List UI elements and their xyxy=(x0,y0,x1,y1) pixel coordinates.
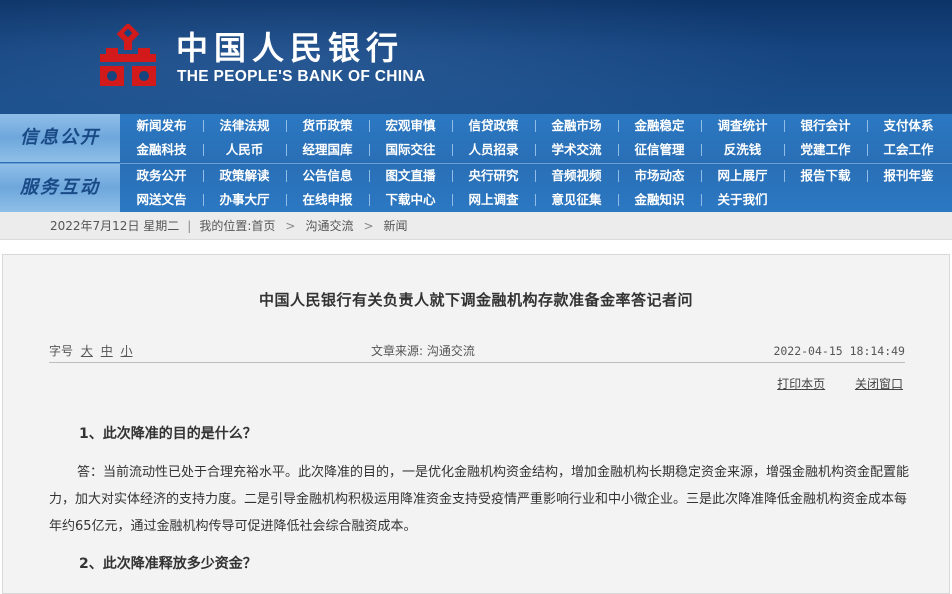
nav-item[interactable]: 货币政策 xyxy=(286,114,369,138)
bank-name-en: THE PEOPLE'S BANK OF CHINA xyxy=(177,68,426,85)
nav-item[interactable]: 政策解读 xyxy=(203,164,286,188)
bank-name-cn: 中国人民银行 xyxy=(176,29,405,67)
question-2: 2、此次降准释放多少资金？ xyxy=(79,556,257,572)
font-size-medium-link[interactable]: 中 xyxy=(101,344,113,358)
nav-item[interactable]: 支付体系 xyxy=(867,114,950,138)
font-size-label: 字号 xyxy=(49,344,74,358)
breadcrumb-news-link[interactable]: 新闻 xyxy=(384,219,408,233)
nav-item[interactable]: 网送文告 xyxy=(120,188,203,212)
nav-item[interactable]: 在线申报 xyxy=(286,188,369,212)
nav-item[interactable]: 报告下载 xyxy=(784,164,867,188)
font-size-control: 字号 大 中 小 xyxy=(49,341,133,361)
article-meta: 字号 大 中 小 文章来源: 沟通交流 2022-04-15 18:14:49 xyxy=(49,341,905,363)
article-datetime: 2022-04-15 18:14:49 xyxy=(773,344,905,358)
breadcrumb-home-link[interactable]: 首页 xyxy=(251,219,275,233)
nav-item[interactable]: 音频视频 xyxy=(535,164,618,188)
nav-item[interactable]: 金融市场 xyxy=(535,114,618,138)
nav-item[interactable]: 网上调查 xyxy=(452,188,535,212)
nav-item[interactable]: 反洗钱 xyxy=(701,138,784,162)
nav-item[interactable]: 学术交流 xyxy=(535,138,618,162)
font-size-large-link[interactable]: 大 xyxy=(81,344,93,358)
article-panel: 中国人民银行有关负责人就下调金融机构存款准备金率答记者问 字号 大 中 小 文章… xyxy=(2,254,950,594)
nav-item[interactable]: 公告信息 xyxy=(286,164,369,188)
nav-item[interactable]: 意见征集 xyxy=(535,188,618,212)
article-source: 文章来源: 沟通交流 xyxy=(371,344,475,358)
breadcrumb-divider: | xyxy=(187,219,192,233)
nav-item[interactable]: 国际交往 xyxy=(369,138,452,162)
breadcrumb-communication-link[interactable]: 沟通交流 xyxy=(305,219,353,233)
nav-title-service[interactable]: 服务互动 xyxy=(0,164,120,212)
article-tools: 打印本页 关闭窗口 xyxy=(751,375,903,392)
close-window-link[interactable]: 关闭窗口 xyxy=(855,377,903,391)
nav-item[interactable]: 信贷政策 xyxy=(452,114,535,138)
answer-1: 答：当前流动性已处于合理充裕水平。此次降准的目的，一是优化金融机构资金结构，增加… xyxy=(49,465,910,534)
print-page-link[interactable]: 打印本页 xyxy=(777,377,825,391)
nav-section-info: 信息公开 新闻发布 法律法规 货币政策 宏观审慎 信贷政策 金融市场 金融稳定 … xyxy=(0,114,952,163)
nav-item[interactable]: 工会工作 xyxy=(867,138,950,162)
nav-item[interactable]: 图文直播 xyxy=(369,164,452,188)
nav-row-service-2: 网送文告 办事大厅 在线申报 下载中心 网上调查 意见征集 金融知识 关于我们 xyxy=(120,188,952,212)
nav-item[interactable]: 网上展厅 xyxy=(701,164,784,188)
nav-item[interactable]: 人员招录 xyxy=(452,138,535,162)
main-nav: 信息公开 新闻发布 法律法规 货币政策 宏观审慎 信贷政策 金融市场 金融稳定 … xyxy=(0,114,952,212)
font-size-small-link[interactable]: 小 xyxy=(121,344,133,358)
nav-item[interactable]: 办事大厅 xyxy=(203,188,286,212)
nav-item[interactable]: 党建工作 xyxy=(784,138,867,162)
nav-item[interactable]: 人民币 xyxy=(203,138,286,162)
nav-item[interactable]: 下载中心 xyxy=(369,188,452,212)
pboc-logo-icon[interactable] xyxy=(92,24,164,92)
nav-item[interactable]: 关于我们 xyxy=(701,188,784,212)
chevron-right-icon: > xyxy=(363,219,374,233)
nav-item[interactable]: 征信管理 xyxy=(618,138,701,162)
nav-item[interactable]: 法律法规 xyxy=(203,114,286,138)
nav-item[interactable]: 经理国库 xyxy=(286,138,369,162)
nav-item[interactable]: 银行会计 xyxy=(784,114,867,138)
breadcrumb-wrap: 2022年7月12日 星期二 | 我的位置:首页 > 沟通交流 > 新闻 xyxy=(50,212,408,240)
nav-section-service: 服务互动 政务公开 政策解读 公告信息 图文直播 央行研究 音频视频 市场动态 … xyxy=(0,163,952,212)
nav-item[interactable]: 市场动态 xyxy=(618,164,701,188)
chevron-right-icon: > xyxy=(285,219,296,233)
nav-row-info-2: 金融科技 人民币 经理国库 国际交往 人员招录 学术交流 征信管理 反洗钱 党建… xyxy=(120,138,952,162)
nav-item[interactable]: 央行研究 xyxy=(452,164,535,188)
article-title: 中国人民银行有关负责人就下调金融机构存款准备金率答记者问 xyxy=(258,291,693,309)
nav-row-info-1: 新闻发布 法律法规 货币政策 宏观审慎 信贷政策 金融市场 金融稳定 调查统计 … xyxy=(120,114,952,138)
nav-item[interactable]: 金融稳定 xyxy=(618,114,701,138)
nav-item[interactable]: 调查统计 xyxy=(701,114,784,138)
breadcrumb: 2022年7月12日 星期二 | 我的位置:首页 > 沟通交流 > 新闻 xyxy=(0,212,952,240)
nav-item[interactable]: 金融科技 xyxy=(120,138,203,162)
nav-item[interactable]: 宏观审慎 xyxy=(369,114,452,138)
nav-item[interactable]: 政务公开 xyxy=(120,164,203,188)
location-label: 我的位置: xyxy=(199,219,252,233)
header-banner: 中国人民银行 THE PEOPLE'S BANK OF CHINA xyxy=(0,0,952,114)
nav-item[interactable]: 金融知识 xyxy=(618,188,701,212)
nav-title-info[interactable]: 信息公开 xyxy=(0,114,120,162)
nav-item[interactable]: 新闻发布 xyxy=(120,114,203,138)
question-1: 1、此次降准的目的是什么？ xyxy=(79,426,257,442)
current-date: 2022年7月12日 星期二 xyxy=(50,219,180,233)
nav-row-service-1: 政务公开 政策解读 公告信息 图文直播 央行研究 音频视频 市场动态 网上展厅 … xyxy=(120,164,952,188)
nav-item[interactable]: 报刊年鉴 xyxy=(867,164,950,188)
